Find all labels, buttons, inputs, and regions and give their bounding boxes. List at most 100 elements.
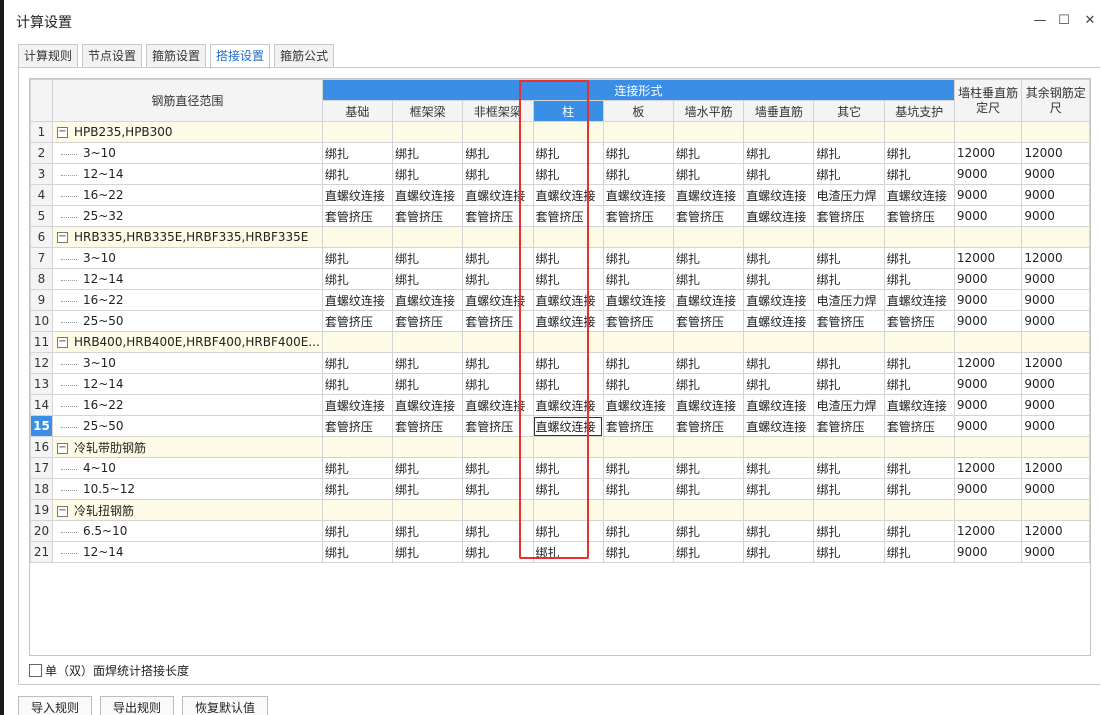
table-row[interactable]: 13 12~14 绑扎 绑扎 绑扎 绑扎 绑扎 绑扎 绑扎 绑扎 绑扎 9000 9000 <box>30 373 1090 395</box>
length-cell[interactable]: 9000 <box>953 205 1023 227</box>
table-row[interactable]: 9 16~22 直螺纹连接 直螺纹连接 直螺纹连接 直螺纹连接 直螺纹连接 直螺纹连接 直螺纹连… <box>30 289 1090 311</box>
connection-cell[interactable]: 套管挤压 <box>813 310 885 332</box>
length-cell[interactable]: 9000 <box>1021 373 1090 395</box>
connection-cell[interactable]: 绑扎 <box>321 478 394 500</box>
connection-cell[interactable]: 绑扎 <box>602 268 674 290</box>
connection-cell[interactable]: 直螺纹连接 <box>672 184 745 206</box>
connection-cell[interactable]: 直螺纹连接 <box>532 415 604 437</box>
connection-cell[interactable]: 直螺纹连接 <box>392 289 464 311</box>
import-rules-button[interactable]: 导入规则 <box>18 696 93 715</box>
diameter-range-cell[interactable]: 3~10 <box>51 142 323 164</box>
length-cell[interactable]: 9000 <box>953 289 1023 311</box>
connection-cell[interactable]: 绑扎 <box>321 373 394 395</box>
connection-cell[interactable]: 绑扎 <box>743 373 815 395</box>
collapse-toggle-icon[interactable]: − <box>56 232 68 243</box>
length-cell[interactable]: 9000 <box>1021 310 1090 332</box>
row-number[interactable]: 17 <box>30 457 53 479</box>
connection-cell[interactable]: 绑扎 <box>321 520 394 542</box>
length-cell[interactable]: 9000 <box>1021 394 1090 416</box>
connection-cell[interactable]: 绑扎 <box>672 163 745 185</box>
connection-cell[interactable]: 绑扎 <box>392 163 464 185</box>
row-number[interactable]: 1 <box>30 121 53 143</box>
connection-cell[interactable]: 绑扎 <box>883 268 955 290</box>
connection-cell[interactable]: 电渣压力焊 <box>813 184 885 206</box>
connection-cell[interactable]: 直螺纹连接 <box>392 394 464 416</box>
diameter-range-cell[interactable]: 12~14 <box>51 373 323 395</box>
connection-cell[interactable]: 绑扎 <box>602 352 674 374</box>
connection-cell[interactable]: 直螺纹连接 <box>321 184 394 206</box>
length-cell[interactable]: 12000 <box>953 142 1023 164</box>
row-number[interactable]: 2 <box>30 142 53 164</box>
connection-cell[interactable]: 直螺纹连接 <box>743 310 815 332</box>
connection-cell[interactable]: 绑扎 <box>883 520 955 542</box>
connection-cell[interactable]: 套管挤压 <box>462 310 534 332</box>
connection-cell[interactable]: 套管挤压 <box>672 310 745 332</box>
connection-cell[interactable]: 绑扎 <box>532 247 604 269</box>
connection-cell[interactable]: 绑扎 <box>813 163 885 185</box>
connection-cell[interactable]: 绑扎 <box>462 541 534 563</box>
group-name-cell[interactable]: − HRB335,HRB335E,HRBF335,HRBF335E <box>51 226 323 248</box>
diameter-range-cell[interactable]: 16~22 <box>51 289 323 311</box>
tab-lap-settings[interactable]: 搭接设置 <box>210 44 271 69</box>
collapse-toggle-icon[interactable]: − <box>56 505 68 517</box>
connection-cell[interactable]: 直螺纹连接 <box>672 289 745 311</box>
connection-cell[interactable]: 绑扎 <box>743 541 815 563</box>
length-cell[interactable]: 12000 <box>953 247 1023 269</box>
connection-cell[interactable]: 直螺纹连接 <box>532 394 604 416</box>
connection-cell[interactable]: 绑扎 <box>532 142 604 164</box>
weld-lap-checkbox[interactable] <box>29 664 42 677</box>
connection-cell[interactable]: 绑扎 <box>462 457 534 479</box>
row-number[interactable]: 18 <box>30 478 53 500</box>
length-cell[interactable]: 12000 <box>1021 457 1090 479</box>
connection-cell[interactable]: 套管挤压 <box>813 415 885 437</box>
length-cell[interactable]: 9000 <box>953 184 1023 206</box>
diameter-range-cell[interactable]: 3~10 <box>51 247 323 269</box>
connection-cell[interactable]: 绑扎 <box>392 373 464 395</box>
connection-cell[interactable]: 绑扎 <box>743 268 815 290</box>
connection-cell[interactable]: 直螺纹连接 <box>462 184 534 206</box>
table-row[interactable]: 4 16~22 直螺纹连接 直螺纹连接 直螺纹连接 直螺纹连接 直螺纹连接 直螺纹连接 直螺纹连… <box>30 184 1090 206</box>
connection-cell[interactable]: 绑扎 <box>883 247 955 269</box>
connection-cell[interactable]: 绑扎 <box>743 352 815 374</box>
connection-cell[interactable]: 绑扎 <box>743 163 815 185</box>
row-number[interactable]: 7 <box>30 247 53 269</box>
connection-cell[interactable]: 绑扎 <box>321 352 394 374</box>
connection-cell[interactable]: 绑扎 <box>602 373 674 395</box>
length-cell[interactable]: 12000 <box>1021 352 1090 374</box>
connection-cell[interactable]: 套管挤压 <box>883 415 955 437</box>
connection-cell[interactable]: 套管挤压 <box>672 415 745 437</box>
export-rules-button[interactable]: 导出规则 <box>100 696 175 715</box>
length-cell[interactable]: 12000 <box>1021 247 1090 269</box>
row-number[interactable]: 4 <box>30 184 53 206</box>
collapse-toggle-icon[interactable]: − <box>56 442 68 454</box>
row-number[interactable]: 5 <box>30 205 53 227</box>
connection-cell[interactable]: 绑扎 <box>321 541 394 563</box>
connection-cell[interactable]: 套管挤压 <box>883 310 955 332</box>
length-cell[interactable]: 9000 <box>953 310 1023 332</box>
length-cell[interactable]: 12000 <box>953 457 1023 479</box>
connection-cell[interactable]: 套管挤压 <box>321 205 394 227</box>
table-row[interactable]: 7 3~10 绑扎 绑扎 绑扎 绑扎 绑扎 绑扎 绑扎 绑扎 绑扎 12000 12000 <box>30 247 1090 269</box>
connection-cell[interactable]: 绑扎 <box>392 520 464 542</box>
connection-cell[interactable]: 套管挤压 <box>883 205 955 227</box>
connection-cell[interactable]: 绑扎 <box>813 541 885 563</box>
connection-cell[interactable]: 绑扎 <box>672 268 745 290</box>
connection-cell[interactable]: 绑扎 <box>672 541 745 563</box>
length-cell[interactable]: 9000 <box>953 373 1023 395</box>
diameter-range-cell[interactable]: 4~10 <box>51 457 323 479</box>
connection-cell[interactable]: 套管挤压 <box>462 205 534 227</box>
connection-cell[interactable]: 套管挤压 <box>392 415 464 437</box>
connection-cell[interactable]: 直螺纹连接 <box>883 289 955 311</box>
connection-cell[interactable]: 绑扎 <box>392 541 464 563</box>
tab-node-settings[interactable]: 节点设置 <box>82 44 143 68</box>
connection-cell[interactable]: 套管挤压 <box>462 415 534 437</box>
connection-cell[interactable]: 套管挤压 <box>602 415 674 437</box>
connection-cell[interactable]: 绑扎 <box>883 163 955 185</box>
row-number[interactable]: 8 <box>30 268 53 290</box>
connection-cell[interactable]: 直螺纹连接 <box>392 184 464 206</box>
connection-cell[interactable]: 直螺纹连接 <box>602 289 674 311</box>
row-number[interactable]: 19 <box>30 499 53 521</box>
connection-cell[interactable]: 直螺纹连接 <box>462 394 534 416</box>
table-row[interactable]: 12 3~10 绑扎 绑扎 绑扎 绑扎 绑扎 绑扎 绑扎 绑扎 绑扎 12000 12000 <box>30 352 1090 374</box>
connection-cell[interactable]: 套管挤压 <box>321 415 394 437</box>
